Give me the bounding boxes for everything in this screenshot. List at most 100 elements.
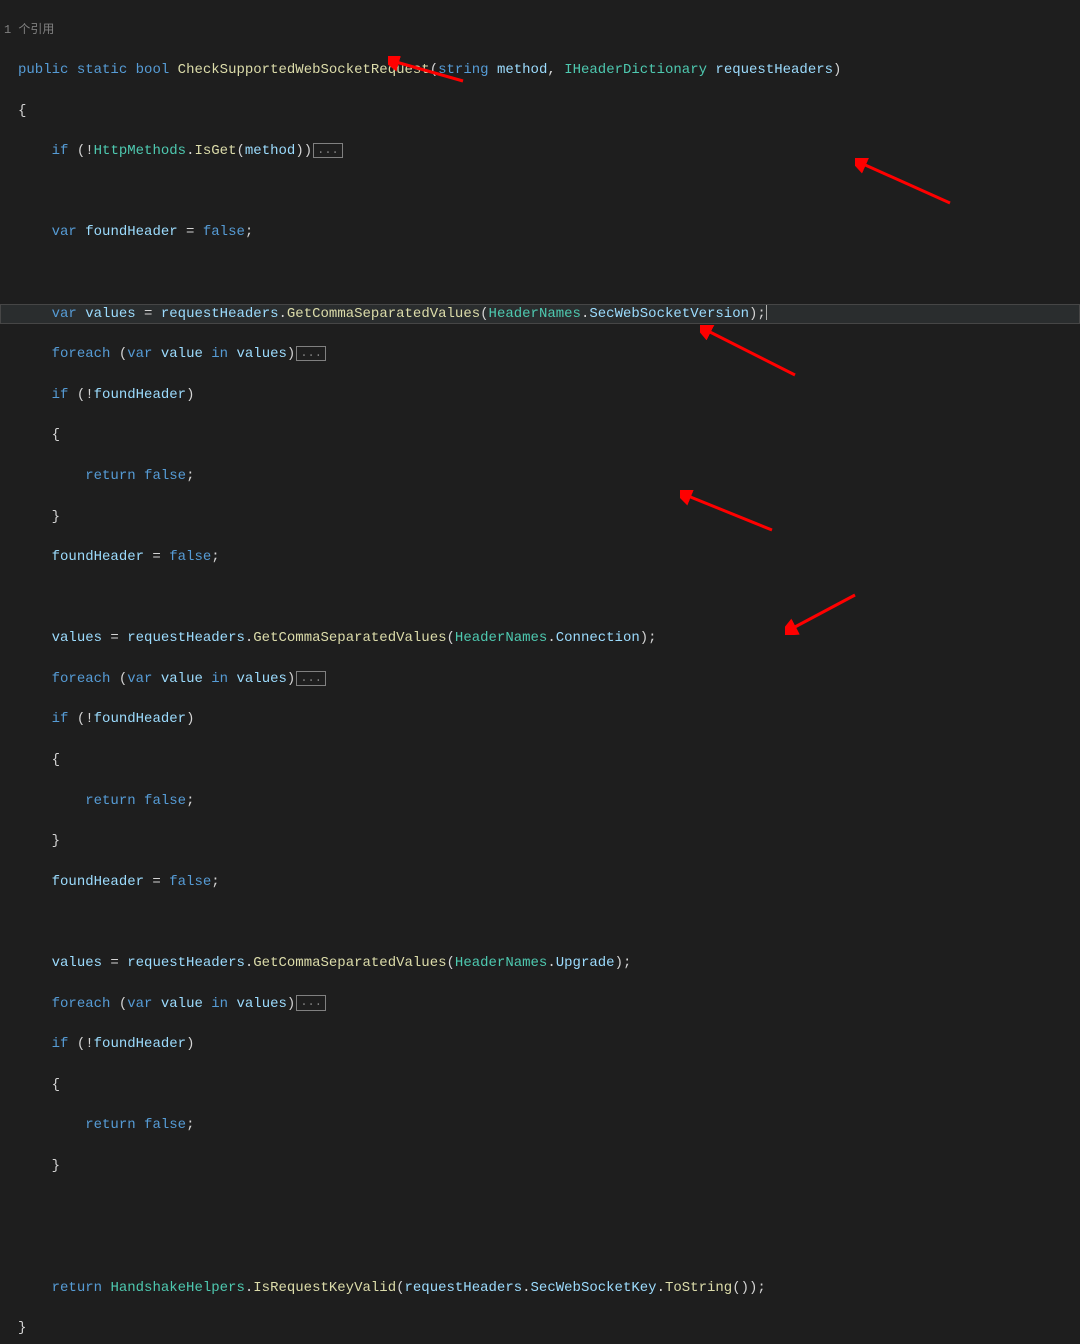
var-values: values [237,346,287,362]
dot: . [245,955,253,971]
brace-close: } [52,509,60,525]
code-line[interactable]: return HandshakeHelpers.IsRequestKeyVali… [0,1278,1080,1298]
code-line[interactable]: } [0,1156,1080,1176]
dot: . [279,306,287,322]
type-iheaderdictionary: IHeaderDictionary [564,62,707,78]
code-line[interactable]: if (!foundHeader) [0,1034,1080,1054]
code-line[interactable]: { [0,425,1080,445]
code-line[interactable]: if (!foundHeader) [0,709,1080,729]
class-headernames: HeaderNames [489,306,581,322]
var-requestheaders: requestHeaders [127,955,245,971]
code-line[interactable]: public static bool CheckSupportedWebSock… [0,60,1080,80]
code-line[interactable]: var foundHeader = false; [0,222,1080,242]
op-not: ! [85,711,93,727]
keyword-var: var [52,306,77,322]
code-line[interactable]: foundHeader = false; [0,547,1080,567]
var-requestheaders: requestHeaders [405,1280,523,1296]
keyword-foreach: foreach [52,671,111,687]
semicolon: ; [186,793,194,809]
paren: ) [304,143,312,159]
dot: . [522,1280,530,1296]
var-method: method [245,143,295,159]
code-line[interactable]: return false; [0,466,1080,486]
code-line[interactable] [0,912,1080,932]
code-line[interactable]: } [0,507,1080,527]
keyword-if: if [52,1036,69,1052]
code-line[interactable] [0,1197,1080,1217]
var-values: values [237,671,287,687]
brace-close: } [52,833,60,849]
dot: . [657,1280,665,1296]
op-not: ! [85,1036,93,1052]
var-requestheaders: requestHeaders [127,630,245,646]
brace-open: { [52,1077,60,1093]
op-eq: = [102,955,127,971]
code-line[interactable]: values = requestHeaders.GetCommaSeparate… [0,628,1080,648]
semicolon: ; [757,306,765,322]
code-line[interactable]: if (!foundHeader) [0,385,1080,405]
semicolon: ; [757,1280,765,1296]
var-foundheader: foundHeader [52,549,144,565]
code-line[interactable] [0,182,1080,202]
code-editor[interactable]: 1 个引用 public static bool CheckSupportedW… [0,0,1080,1344]
paren: ) [186,1036,194,1052]
prop-upgrade: Upgrade [556,955,615,971]
code-line[interactable] [0,588,1080,608]
code-line[interactable]: foreach (var value in values)... [0,994,1080,1014]
code-line[interactable] [0,1237,1080,1257]
keyword-if: if [52,387,69,403]
method-tostring: ToString [665,1280,732,1296]
paren: ( [119,671,127,687]
paren: ( [447,630,455,646]
type-string: string [438,62,488,78]
keyword-public: public [18,62,68,78]
code-line[interactable]: } [0,1318,1080,1338]
var-values: values [52,955,102,971]
reference-count[interactable]: 1 个引用 [0,22,1080,39]
var-value: value [161,996,203,1012]
paren: ( [77,387,85,403]
semicolon: ; [211,549,219,565]
code-line[interactable]: } [0,831,1080,851]
collapsed-region[interactable]: ... [296,995,326,1010]
paren: ( [447,955,455,971]
keyword-var: var [127,346,152,362]
brace-close: } [18,1320,26,1336]
prop-secwebsocketkey: SecWebSocketKey [531,1280,657,1296]
paren: ) [295,143,303,159]
code-line[interactable]: { [0,750,1080,770]
collapsed-region[interactable]: ... [313,143,343,158]
paren: ( [119,996,127,1012]
keyword-var: var [127,671,152,687]
keyword-false: false [203,224,245,240]
code-line-current[interactable]: var values = requestHeaders.GetCommaSepa… [0,304,1080,324]
code-line[interactable]: foreach (var value in values)... [0,344,1080,364]
code-line[interactable]: values = requestHeaders.GetCommaSeparate… [0,953,1080,973]
paren: ) [186,387,194,403]
class-handshakehelpers: HandshakeHelpers [110,1280,244,1296]
code-line[interactable] [0,263,1080,283]
keyword-static: static [77,62,127,78]
keyword-false: false [144,793,186,809]
keyword-if: if [52,711,69,727]
paren: ( [77,143,85,159]
var-foundheader: foundHeader [85,224,177,240]
paren: ) [749,1280,757,1296]
caret [766,305,767,320]
method-isget: IsGet [194,143,236,159]
code-line[interactable]: return false; [0,791,1080,811]
code-line[interactable]: if (!HttpMethods.IsGet(method))... [0,141,1080,161]
code-line[interactable]: { [0,1075,1080,1095]
brace-open: { [18,103,26,119]
method-getcomma: GetCommaSeparatedValues [253,955,446,971]
paren: ( [119,346,127,362]
code-line[interactable]: { [0,101,1080,121]
collapsed-region[interactable]: ... [296,671,326,686]
keyword-false: false [144,468,186,484]
keyword-in: in [211,346,228,362]
collapsed-region[interactable]: ... [296,346,326,361]
code-line[interactable]: foundHeader = false; [0,872,1080,892]
var-value: value [161,671,203,687]
code-line[interactable]: return false; [0,1115,1080,1135]
paren: ( [732,1280,740,1296]
